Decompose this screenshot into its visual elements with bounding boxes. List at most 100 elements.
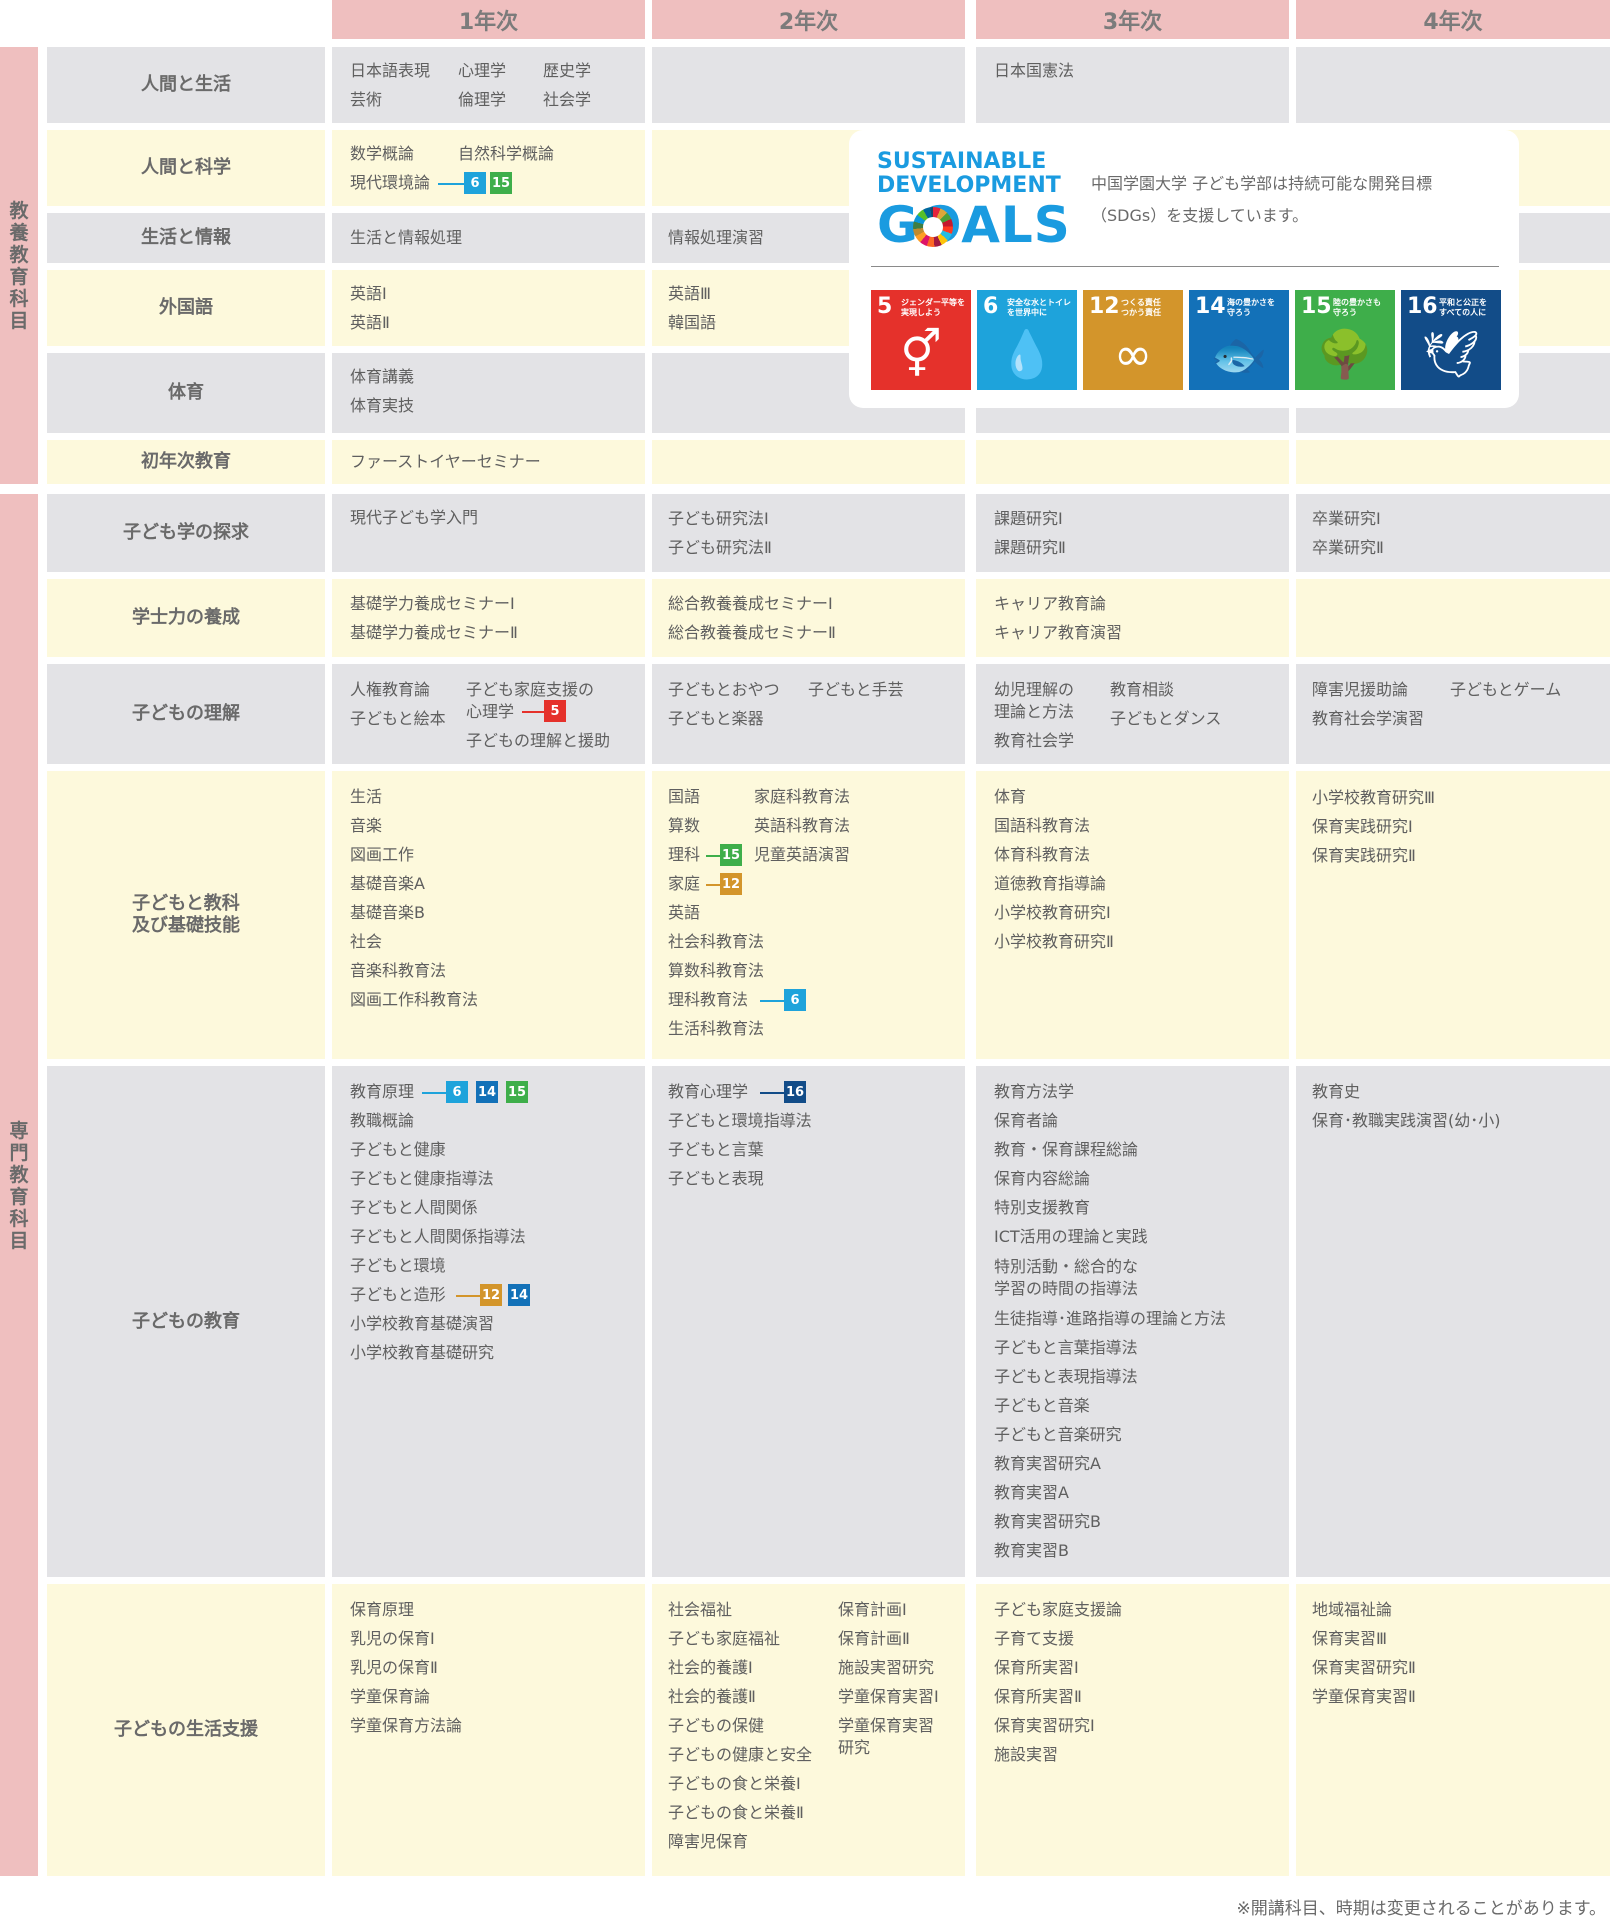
course-item: 現代環境論	[350, 173, 431, 192]
course-item: 保育計画Ⅱ	[838, 1629, 910, 1648]
course-item: 英語	[668, 903, 701, 922]
course-item: 生活	[350, 787, 383, 806]
cell-r6-y2	[652, 440, 965, 484]
category-human-life: 人間と生活	[47, 47, 325, 123]
sdgs-logo-line3: GOALS	[877, 196, 1071, 254]
sdg-tile-15: 15 陸の豊かさも 守ろう 🌳	[1295, 290, 1395, 390]
course-item: 子どもと言葉指導法	[994, 1338, 1138, 1357]
course-item: 子どもの健康と安全	[668, 1745, 813, 1764]
course-item: 子どもと音楽	[994, 1396, 1090, 1415]
cell-r10-y4: 小学校教育研究Ⅲ 保育実践研究Ⅰ 保育実践研究Ⅱ	[1296, 771, 1610, 1059]
course-item: 社会科教育法	[668, 932, 765, 951]
course-item: 韓国語	[668, 313, 717, 332]
course-item: 学童保育論	[350, 1687, 431, 1706]
course-item: 卒業研究Ⅰ	[1312, 509, 1381, 528]
sdgs-wheel-icon	[913, 207, 953, 247]
cell-r9-y3: 幼児理解の 教育相談 理論と方法 子どもとダンス 教育社会学	[976, 664, 1289, 764]
course-item: 課題研究Ⅱ	[994, 538, 1066, 557]
course-item: 教育社会学演習	[1312, 709, 1425, 728]
sdg-badge-6: 6	[446, 1081, 468, 1103]
course-item: 子どもと環境	[350, 1256, 446, 1275]
course-item: 子どもの保健	[668, 1716, 765, 1735]
course-item: 体育実技	[350, 396, 415, 415]
sdg-link-line	[438, 183, 464, 185]
course-item: 教育社会学	[994, 731, 1075, 750]
course-item: 子ども家庭支援論	[994, 1600, 1123, 1619]
course-item: 数学概論	[350, 144, 415, 163]
course-item: 課題研究Ⅰ	[994, 509, 1063, 528]
course-item: 乳児の保育Ⅰ	[350, 1629, 435, 1648]
course-item: 子どもと絵本	[350, 709, 446, 728]
course-item: 家庭科教育法	[754, 787, 851, 806]
course-item: 子どもと人間関係	[350, 1198, 478, 1217]
course-item: 歴史学	[543, 61, 592, 80]
course-item: 特別活動・総合的な	[994, 1257, 1139, 1276]
course-item: 保育所実習Ⅱ	[994, 1687, 1082, 1706]
sdg-tile-12: 12 つくる責任 つかう責任 ∞	[1083, 290, 1183, 390]
category-bachelor-skills: 学士力の養成	[47, 579, 325, 657]
sdg-link-line	[760, 1000, 784, 1002]
course-item: 保育計画Ⅰ	[838, 1600, 907, 1619]
course-item: 教育相談	[1110, 680, 1175, 699]
sdg-link-line	[522, 711, 544, 713]
course-item: 小学校教育研究Ⅲ	[1312, 788, 1436, 807]
course-item: 自然科学概論	[458, 144, 555, 163]
course-item: 児童英語演習	[754, 845, 851, 864]
course-item: 教育原理	[350, 1082, 415, 1101]
course-item: 子どもと健康指導法	[350, 1169, 494, 1188]
category-life-information: 生活と情報	[47, 213, 325, 263]
cell-r5-y1: 体育講義 体育実技	[332, 353, 645, 433]
course-item: 国語	[668, 787, 701, 806]
sdg-badge-5: 5	[544, 700, 566, 722]
sdgs-logo-line2: DEVELOPMENT	[877, 173, 1061, 198]
course-item: 保育原理	[350, 1600, 415, 1619]
course-item: 教育方法学	[994, 1082, 1075, 1101]
sdg-badge-15: 15	[490, 172, 512, 194]
category-child-life-support: 子どもの生活支援	[47, 1584, 325, 1876]
course-item: 保育所実習Ⅰ	[994, 1658, 1079, 1677]
sdg-link-line	[760, 1092, 784, 1094]
course-item: 子ども研究法Ⅱ	[668, 538, 772, 557]
cell-r10-y2: 国語 家庭科教育法 算数 英語科教育法 理科 15 児童英語演習 家庭 12 英…	[652, 771, 965, 1059]
course-item: ファーストイヤーセミナー	[350, 452, 541, 471]
course-item: 施設実習	[994, 1745, 1059, 1764]
course-item: 子どもと手芸	[808, 680, 904, 699]
year-header-4: 4年次	[1296, 0, 1610, 39]
course-item: 教育・保育課程総論	[994, 1140, 1139, 1159]
cell-r10-y3: 体育 国語科教育法 体育科教育法 道徳教育指導論 小学校教育研究Ⅰ 小学校教育研…	[976, 771, 1289, 1059]
course-item: 理科	[668, 845, 701, 864]
course-item: 障害児援助論	[1312, 680, 1409, 699]
category-child-studies: 子ども学の探求	[47, 494, 325, 572]
sdg-tile-16: 16 平和と公正を すべての人に 🕊	[1401, 290, 1501, 390]
gender-equality-icon: ⚥	[900, 327, 942, 381]
course-item: 学童保育実習Ⅰ	[838, 1687, 939, 1706]
course-item: 地域福祉論	[1312, 1600, 1393, 1619]
course-item: 学童保育実習	[838, 1716, 935, 1735]
course-item: 教職概論	[350, 1111, 415, 1130]
course-item: 子どもと音楽研究	[994, 1425, 1122, 1444]
course-item: 教育実習B	[994, 1541, 1069, 1560]
cell-r6-y3	[976, 440, 1289, 484]
year-header-1: 1年次	[332, 0, 645, 39]
course-item: 教育実習A	[994, 1483, 1069, 1502]
course-item: 音楽	[350, 816, 383, 835]
cell-r4-y1: 英語Ⅰ 英語Ⅱ	[332, 270, 645, 346]
course-item: 社会的養護Ⅱ	[668, 1687, 756, 1706]
infinity-icon: ∞	[1113, 327, 1153, 381]
sdg-badge-6: 6	[784, 989, 806, 1011]
course-item: 図画工作科教育法	[350, 990, 479, 1009]
sdg-tile-14: 14 海の豊かさを 守ろう 🐟	[1189, 290, 1289, 390]
course-item: 子どもと造形	[350, 1285, 446, 1304]
course-item: 子どもの理解と援助	[466, 731, 611, 750]
course-item: 子どもの食と栄養Ⅱ	[668, 1803, 804, 1822]
sdg-badge-12: 12	[480, 1284, 502, 1306]
cell-r11-y4: 教育史 保育･教職実践演習(幼･小)	[1296, 1066, 1610, 1577]
sdg-badge-16: 16	[784, 1081, 806, 1103]
course-item: 子どもと人間関係指導法	[350, 1227, 526, 1246]
course-item: 現代子ども学入門	[350, 508, 479, 527]
cell-r8-y1: 基礎学力養成セミナーⅠ 基礎学力養成セミナーⅡ	[332, 579, 645, 657]
course-item: 基礎学力養成セミナーⅠ	[350, 594, 515, 613]
cell-r7-y3: 課題研究Ⅰ 課題研究Ⅱ	[976, 494, 1289, 572]
cell-r8-y3: キャリア教育論 キャリア教育演習	[976, 579, 1289, 657]
course-item: 体育講義	[350, 367, 415, 386]
